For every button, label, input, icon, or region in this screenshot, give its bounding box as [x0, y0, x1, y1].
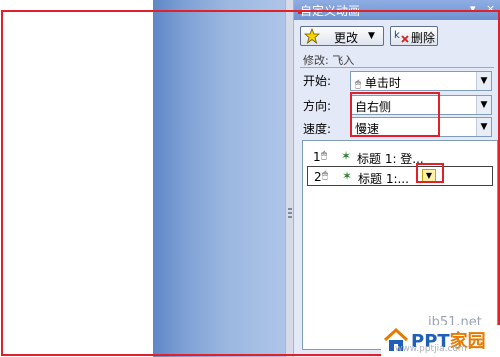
speed-value: 慢速: [355, 122, 380, 136]
fly-in-effect-icon: ✶: [341, 149, 352, 163]
start-value: 🖱 单击时: [355, 74, 401, 91]
pane-splitter[interactable]: [285, 0, 294, 357]
slide-canvas[interactable]: [0, 0, 153, 357]
item-label: 标题 1: 登...: [357, 152, 424, 166]
star-effect-icon: [303, 27, 321, 47]
chevron-down-icon[interactable]: ▼: [476, 96, 491, 114]
mouse-click-icon: 🖱: [321, 150, 327, 161]
direction-dropdown[interactable]: 自右侧 ▼: [350, 95, 492, 115]
change-effect-button[interactable]: 更改 ▼: [300, 26, 384, 46]
chevron-down-icon[interactable]: ▼: [476, 118, 491, 136]
item-number: 2: [314, 170, 322, 184]
start-dropdown[interactable]: 🖱 单击时 ▼: [350, 71, 492, 91]
pane-title: 自定义动画: [300, 4, 361, 18]
splitter-grip[interactable]: [288, 208, 292, 220]
delete-button-label: 删除: [411, 31, 436, 45]
slide-background-panel[interactable]: [153, 0, 285, 357]
mouse-click-icon: 🖱: [355, 79, 361, 90]
custom-animation-pane: 自定义动画 ▾ × 更改 ▼ k 删除 修改: 飞入 开始: 🖱 单击时 ▼ 方…: [294, 0, 500, 357]
change-button-label: 更改: [334, 31, 359, 45]
fly-in-effect-icon: ✶: [342, 169, 353, 183]
item-number: 1: [313, 150, 321, 164]
pane-title-bar: 自定义动画 ▾ ×: [294, 0, 500, 20]
speed-dropdown[interactable]: 慢速 ▼: [350, 117, 492, 137]
start-label: 开始:: [303, 74, 332, 88]
start-value-text: 单击时: [364, 76, 401, 90]
chevron-down-icon: ▼: [368, 31, 375, 41]
speed-label: 速度:: [303, 122, 332, 136]
chevron-down-icon[interactable]: ▼: [476, 72, 491, 90]
mouse-click-icon: 🖱: [322, 170, 328, 181]
svg-text:k: k: [394, 30, 400, 41]
direction-label: 方向:: [303, 99, 332, 113]
pane-menu-icon[interactable]: ▾: [470, 2, 476, 15]
modify-effect-label: 修改: 飞入: [303, 54, 355, 67]
direction-value: 自右侧: [355, 100, 392, 114]
pane-close-icon[interactable]: ×: [486, 2, 495, 15]
list-item[interactable]: 2 🖱 ✶ 标题 1:... ▼: [307, 166, 493, 186]
divider: [300, 67, 494, 68]
watermark-url: www.pptjia.com: [395, 344, 467, 354]
item-options-dropdown[interactable]: ▼: [422, 169, 436, 183]
item-label: 标题 1:...: [358, 172, 409, 186]
delete-icon: k: [394, 28, 410, 47]
delete-effect-button[interactable]: k 删除: [390, 26, 438, 46]
list-item[interactable]: 1 🖱 ✶ 标题 1: 登...: [307, 147, 493, 167]
